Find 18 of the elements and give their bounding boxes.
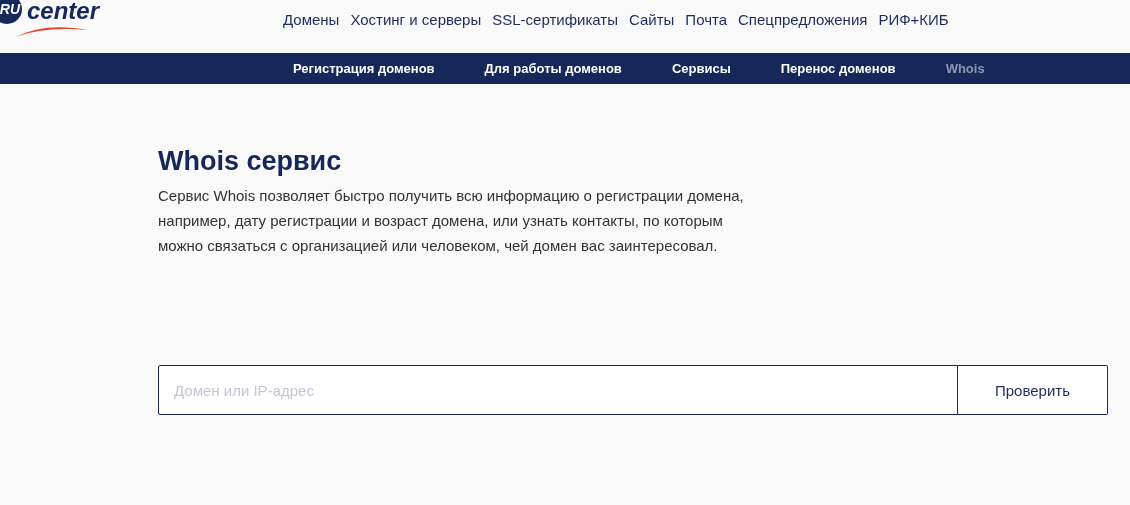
- subnav-tab[interactable]: Перенос доменов: [780, 61, 896, 76]
- description-text: Сервис Whois позволяет быстро получить всю информацию о регистрации домена, например, дату регистрации и возраст домена, или узнать контакты, по которым можно связаться с организацией или человеком, чей домен вас заинтересовал.: [158, 186, 745, 256]
- subnav-tab[interactable]: Для работы доменов: [484, 61, 622, 76]
- logo-badge[interactable]: RU: [0, 0, 22, 24]
- logo-text[interactable]: center: [27, 0, 100, 25]
- nav-link[interactable]: SSL-сертификаты: [492, 11, 618, 28]
- nav-link[interactable]: Сайты: [629, 11, 675, 28]
- nav-link[interactable]: РИФ+КИБ: [878, 11, 949, 28]
- page-title: Whois сервис: [158, 145, 343, 178]
- check-button[interactable]: Проверить: [958, 365, 1108, 415]
- nav-link[interactable]: Почта: [685, 11, 727, 28]
- nav-link[interactable]: Домены: [283, 11, 340, 28]
- subnav-tab[interactable]: Сервисы: [671, 61, 731, 76]
- subnav-tab[interactable]: Регистрация доменов: [293, 61, 435, 76]
- nav-link[interactable]: Хостинг и серверы: [350, 11, 482, 28]
- subnav-tab[interactable]: Whois: [945, 61, 985, 76]
- nav-link[interactable]: Спецпредложения: [738, 11, 868, 28]
- domain-input-field[interactable]: Домен или IP-адрес: [158, 365, 958, 415]
